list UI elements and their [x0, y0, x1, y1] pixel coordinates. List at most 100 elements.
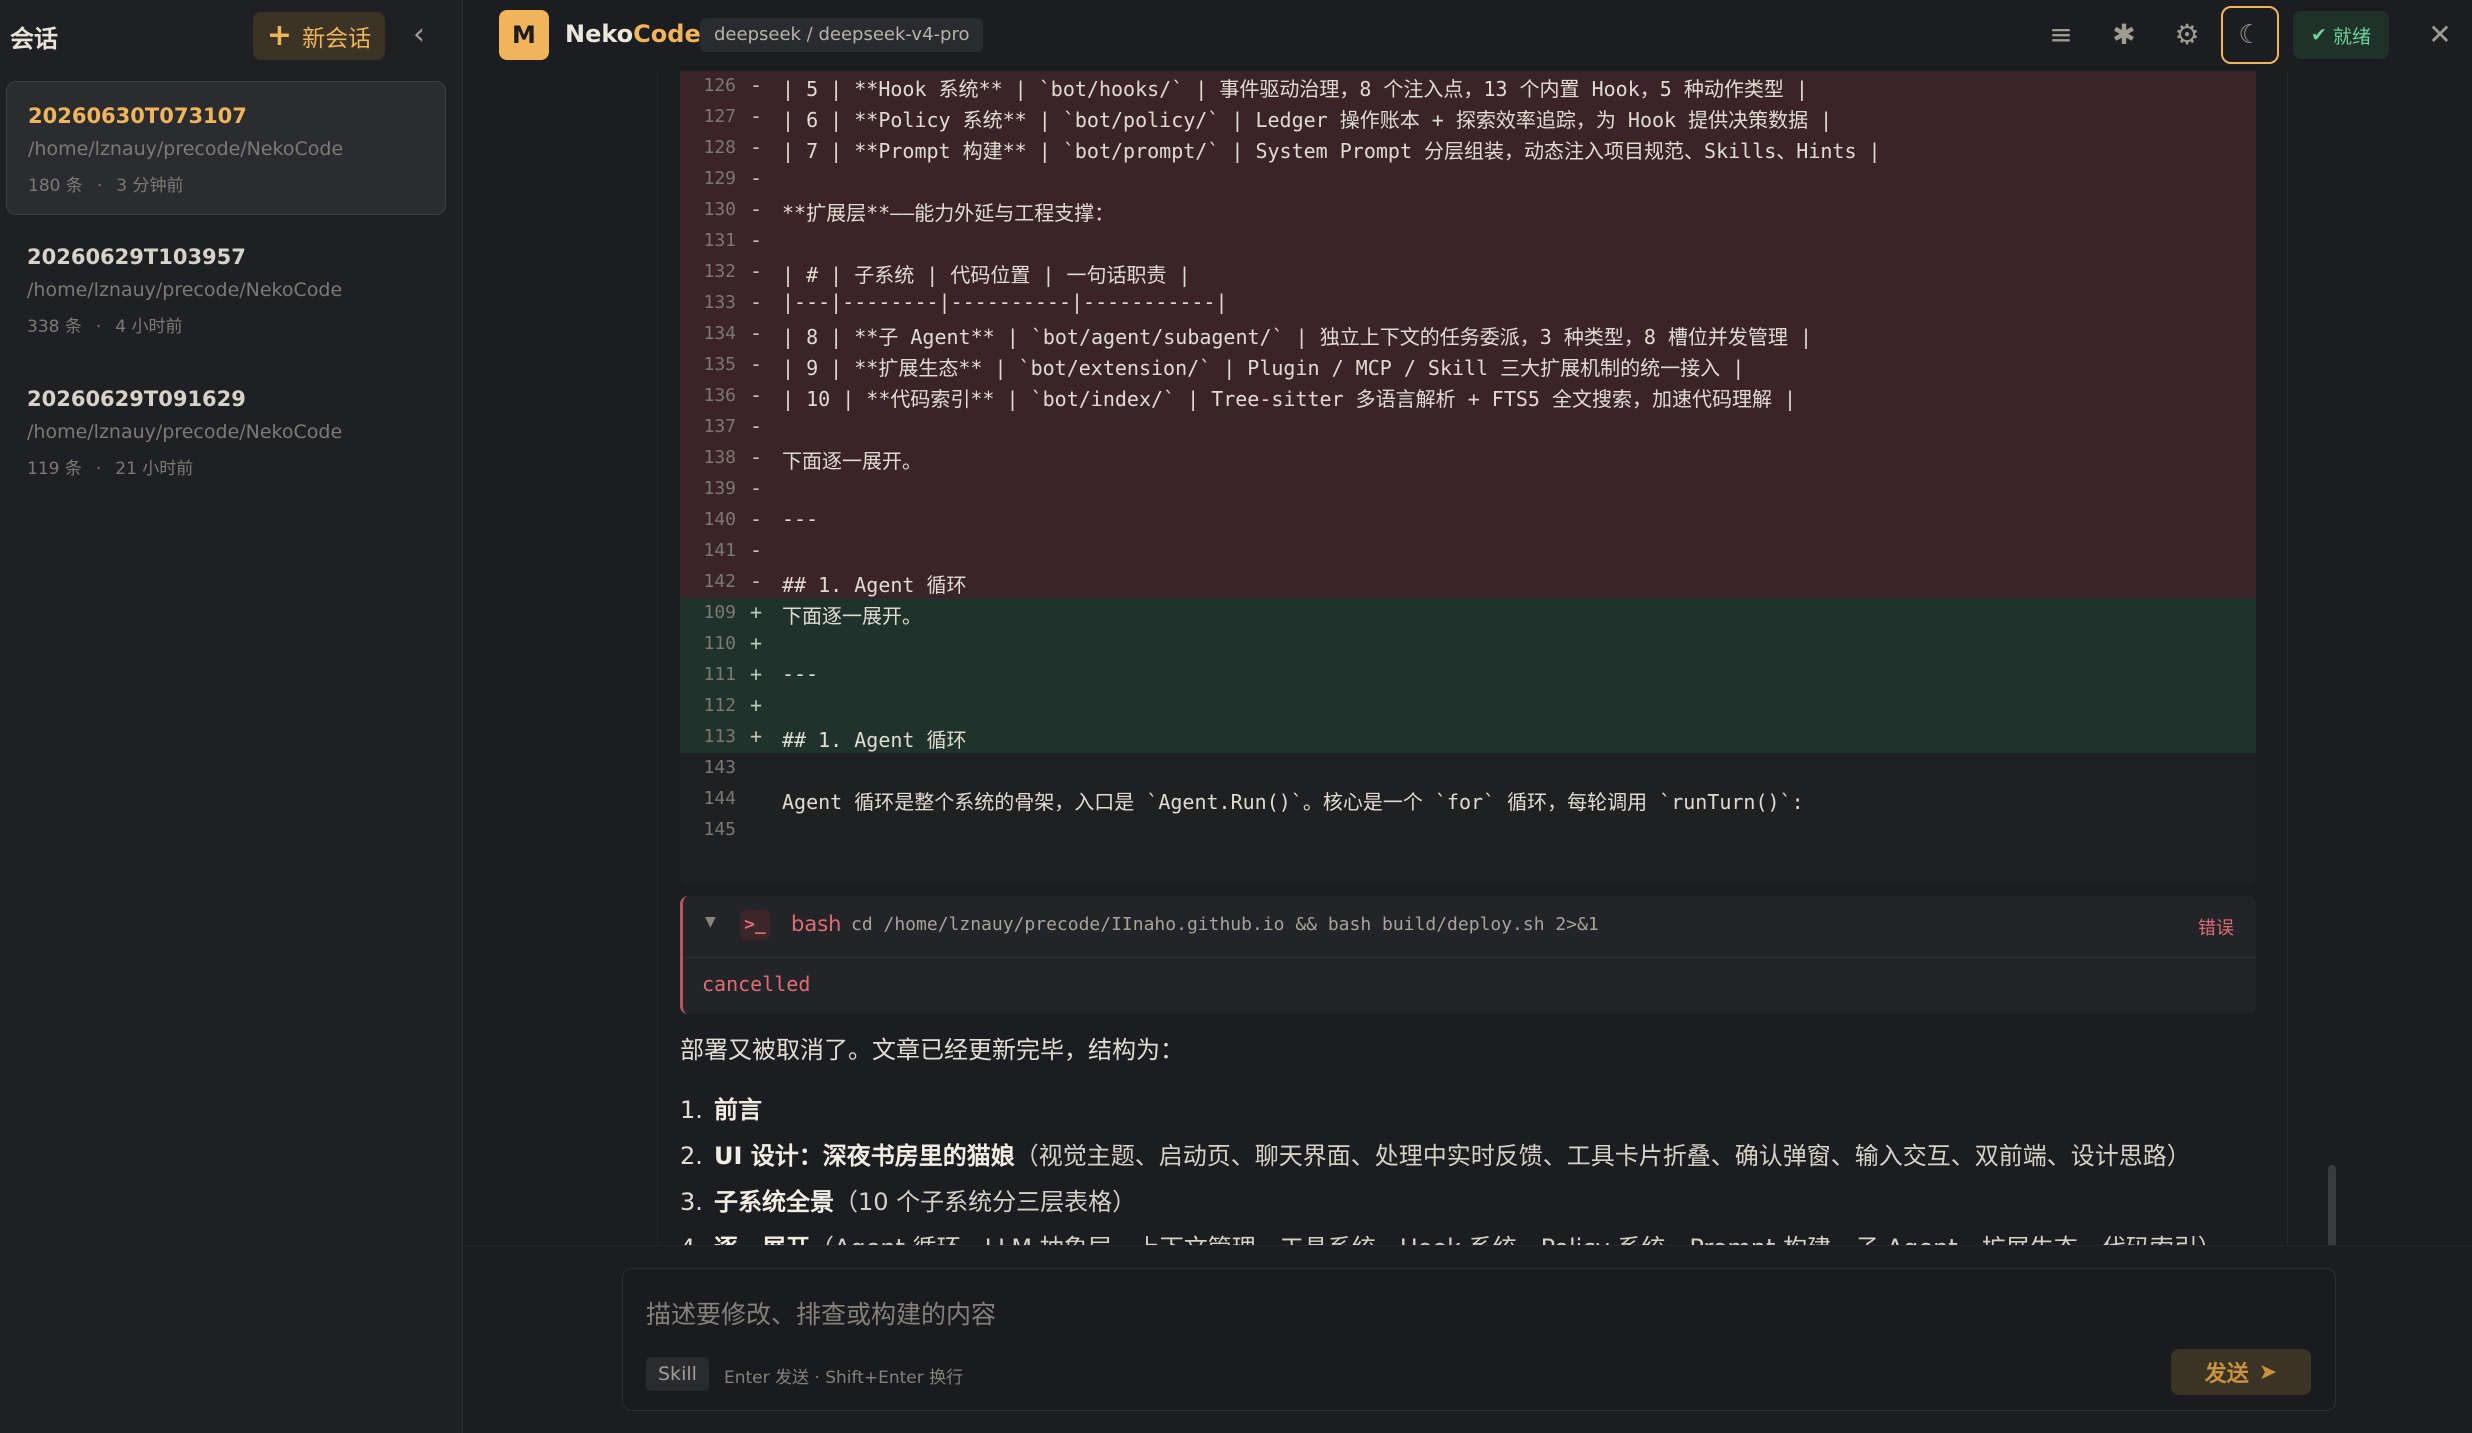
line-number: 144 — [703, 788, 736, 809]
diff-sign: - — [750, 104, 763, 128]
plus-icon: + — [266, 18, 293, 53]
diff-line: 130- **扩展层**——能力外延与工程支撑： — [680, 195, 2256, 226]
tool-card-header[interactable]: ▼ >_ bash cd /home/lznauy/precode/IInaho… — [683, 896, 2256, 958]
sidebar-header: 会话 + 新会话 ‹ — [0, 0, 463, 70]
check-icon: ✔ — [2311, 24, 2327, 46]
diff-sign: - — [750, 197, 763, 221]
diff-line: 128- | 7 | **Prompt 构建** | `bot/prompt/` … — [680, 133, 2256, 164]
line-number: 130 — [703, 199, 736, 220]
line-number: 112 — [703, 695, 736, 716]
status-label: 就绪 — [2332, 25, 2371, 48]
diff-line: 136- | 10 | **代码索引** | `bot/index/` | Tre… — [680, 381, 2256, 412]
diff-line: 145 — [680, 815, 2256, 846]
line-number: 142 — [703, 571, 736, 592]
collapse-sidebar-icon[interactable]: ‹ — [404, 18, 434, 52]
composer-area: 描述要修改、排查或构建的内容 Skill Enter 发送 · Shift+En… — [464, 1245, 2472, 1433]
session-item[interactable]: 20260630T073107 /home/lznauy/precode/Nek… — [6, 81, 446, 215]
session-time: 3 分钟前 — [116, 176, 184, 196]
send-button[interactable]: 发送 ➤ — [2171, 1349, 2311, 1395]
diff-line: 129- — [680, 164, 2256, 195]
diff-line: 112 + — [680, 691, 2256, 722]
tool-output: cancelled — [702, 972, 811, 996]
assistant-message: 部署又被取消了。文章已经更新完毕，结构为： 1. 前言 2. UI 设计：深夜书房里… — [680, 1030, 2280, 1245]
diff-line: 113 + ## 1. Agent 循环 — [680, 722, 2256, 753]
diff-line: 143 — [680, 753, 2256, 784]
line-number: 113 — [703, 726, 736, 747]
message-column: 126- | 5 | **Hook 系统** | `bot/hooks/` | 事… — [657, 70, 2288, 1245]
line-text: | 6 | **Policy 系统** | `bot/policy/` | Le… — [782, 108, 1833, 132]
session-path: /home/lznauy/precode/NekoCode — [27, 279, 343, 301]
tool-card[interactable]: ▼ >_ bash cd /home/lznauy/precode/IInaho… — [680, 896, 2256, 1014]
line-text: | 7 | **Prompt 构建** | `bot/prompt/` | Sy… — [782, 139, 1881, 163]
skill-button[interactable]: Skill — [646, 1357, 709, 1391]
diff-sign: - — [750, 445, 763, 469]
session-path: /home/lznauy/precode/NekoCode — [28, 138, 344, 160]
line-text: Agent 循环是整个系统的骨架，入口是 `Agent.Run()`。核心是一个… — [782, 790, 1804, 814]
session-item[interactable]: 20260629T103957 /home/lznauy/precode/Nek… — [6, 223, 446, 357]
collapse-caret-icon[interactable]: ▼ — [705, 914, 716, 930]
sidebar-title: 会话 — [10, 25, 58, 53]
line-number: 140 — [703, 509, 736, 530]
list-item-title: UI 设计：深夜书房里的猫娘 — [714, 1142, 1015, 1170]
app-window: 会话 + 新会话 ‹ 20260630T073107 /home/lznauy/… — [0, 0, 2472, 1433]
session-path: /home/lznauy/precode/NekoCode — [27, 421, 343, 443]
diff-line: 131- — [680, 226, 2256, 257]
diff-view: 126- | 5 | **Hook 系统** | `bot/hooks/` | 事… — [680, 70, 2256, 885]
diff-sign: + — [750, 600, 763, 624]
line-number: 128 — [703, 137, 736, 158]
diff-line: 142- ## 1. Agent 循环 — [680, 567, 2256, 598]
diff-line: 144 Agent 循环是整个系统的骨架，入口是 `Agent.Run()`。核心… — [680, 784, 2256, 815]
diff-sign: + — [750, 693, 763, 717]
list-item-title: 前言 — [714, 1096, 762, 1124]
gear-icon[interactable]: ⚙ — [2169, 17, 2205, 53]
model-selector[interactable]: deepseek / deepseek-v4-pro — [700, 18, 984, 52]
diff-line: 132- | # | 子系统 | 代码位置 | 一句话职责 | — [680, 257, 2256, 288]
diff-line: 135- | 9 | **扩展生态** | `bot/extension/` | … — [680, 350, 2256, 381]
diff-sign: + — [750, 631, 763, 655]
app-brand: NekoCode — [565, 20, 701, 48]
separator-dot: · — [95, 317, 102, 337]
input-placeholder[interactable]: 描述要修改、排查或构建的内容 — [646, 1295, 996, 1331]
line-text: 下面逐一展开。 — [782, 449, 922, 473]
session-meta: 119 条 · 21 小时前 — [27, 454, 446, 479]
paper-plane-icon: ➤ — [2258, 1359, 2278, 1385]
diff-line: 134- | 8 | **子 Agent** | `bot/agent/subag… — [680, 319, 2256, 350]
app-logo: M — [499, 10, 549, 60]
theme-toggle-moon-icon[interactable]: ☾ — [2221, 6, 2279, 64]
list-number: 4. — [680, 1234, 714, 1245]
scrollbar[interactable] — [2328, 1165, 2336, 1245]
line-text: | # | 子系统 | 代码位置 | 一句话职责 | — [782, 263, 1191, 287]
line-text: --- — [782, 662, 819, 686]
line-number: 134 — [703, 323, 736, 344]
line-text: **扩展层**——能力外延与工程支撑： — [782, 201, 1115, 225]
brand-code: Code — [633, 20, 701, 48]
diff-sign: - — [750, 352, 763, 376]
session-item[interactable]: 20260629T091629 /home/lznauy/precode/Nek… — [6, 365, 446, 499]
line-number: 143 — [703, 757, 736, 778]
diff-sign: + — [750, 662, 763, 686]
line-text: ## 1. Agent 循环 — [782, 573, 967, 597]
line-text: | 8 | **子 Agent** | `bot/agent/subagent/… — [782, 325, 1813, 349]
list-item-detail: （视觉主题、启动页、聊天界面、处理中实时反馈、工具卡片折叠、确认弹窗、输入交互、… — [1014, 1142, 2191, 1170]
session-meta: 338 条 · 4 小时前 — [27, 312, 446, 337]
line-number: 109 — [703, 602, 736, 623]
sparkle-icon[interactable]: ✱ — [2106, 17, 2142, 53]
brand-neko: Neko — [565, 20, 634, 48]
list-item-title: 逐一展开 — [714, 1234, 810, 1245]
menu-lines-icon[interactable]: ≡ — [2043, 17, 2079, 53]
diff-sign: - — [750, 166, 763, 190]
diff-sign: - — [750, 135, 763, 159]
list-number: 2. — [680, 1142, 703, 1170]
line-number: 126 — [703, 75, 736, 96]
tool-command: cd /home/lznauy/precode/IInaho.github.io… — [851, 914, 1599, 935]
diff-line: 137- — [680, 412, 2256, 443]
diff-sign: - — [750, 259, 763, 283]
diff-line: 139- — [680, 474, 2256, 505]
list-number: 1. — [680, 1096, 703, 1124]
close-icon[interactable]: ✕ — [2422, 17, 2458, 53]
line-number: 138 — [703, 447, 736, 468]
list-item: 3. 子系统全景（10 个子系统分三层表格） — [680, 1182, 2280, 1228]
new-session-button[interactable]: + 新会话 — [253, 12, 385, 60]
line-number: 137 — [703, 416, 736, 437]
message-input[interactable]: 描述要修改、排查或构建的内容 Skill Enter 发送 · Shift+En… — [622, 1268, 2336, 1411]
